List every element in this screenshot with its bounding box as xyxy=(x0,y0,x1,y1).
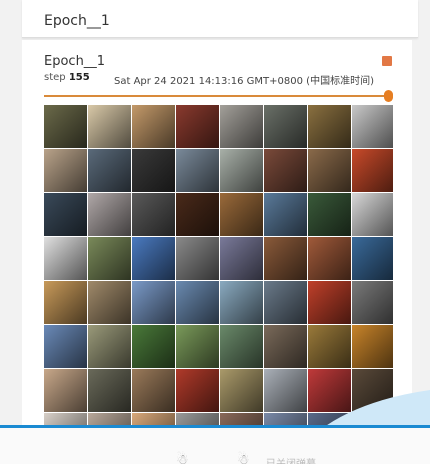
decorative-wave xyxy=(320,390,430,430)
step-slider-track[interactable] xyxy=(44,95,388,97)
step-slider-thumb[interactable] xyxy=(384,90,393,102)
header-card: Epoch__1 xyxy=(22,0,418,38)
grid-image-21 xyxy=(264,193,307,236)
grid-image-37 xyxy=(264,281,307,324)
grid-image-24 xyxy=(44,237,87,280)
grid-image-42 xyxy=(132,325,175,368)
danmaku-status[interactable]: 已关闭弹幕 xyxy=(266,455,316,464)
grid-image-23 xyxy=(352,193,393,236)
grid-image-26 xyxy=(132,237,175,280)
grid-image-13 xyxy=(264,149,307,192)
grid-image-10 xyxy=(132,149,175,192)
step-label: step xyxy=(44,72,66,83)
grid-image-52 xyxy=(220,369,263,412)
expand-icon[interactable] xyxy=(382,56,392,66)
grid-image-41 xyxy=(88,325,131,368)
grid-image-39 xyxy=(352,281,393,324)
grid-image-53 xyxy=(264,369,307,412)
grid-image-38 xyxy=(308,281,351,324)
step-value: 155 xyxy=(68,72,90,83)
grid-image-7 xyxy=(352,105,393,148)
grid-image-50 xyxy=(132,369,175,412)
grid-image-12 xyxy=(220,149,263,192)
grid-image-0 xyxy=(44,105,87,148)
grid-image-6 xyxy=(308,105,351,148)
grid-image-51 xyxy=(176,369,219,412)
grid-image-43 xyxy=(176,325,219,368)
grid-image-30 xyxy=(308,237,351,280)
grid-image-17 xyxy=(88,193,131,236)
grid-image-36 xyxy=(220,281,263,324)
grid-image-45 xyxy=(264,325,307,368)
grid-image-18 xyxy=(132,193,175,236)
grid-image-46 xyxy=(308,325,351,368)
grid-image-4 xyxy=(220,105,263,148)
grid-image-5 xyxy=(264,105,307,148)
grid-image-33 xyxy=(88,281,131,324)
grid-image-27 xyxy=(176,237,219,280)
grid-image-19 xyxy=(176,193,219,236)
step-info: step 155 xyxy=(44,72,90,83)
grid-image-44 xyxy=(220,325,263,368)
grid-image-25 xyxy=(88,237,131,280)
grid-image-40 xyxy=(44,325,87,368)
emoji-icons[interactable]: ☃ ☃ xyxy=(176,452,272,464)
grid-image-35 xyxy=(176,281,219,324)
grid-image-48 xyxy=(44,369,87,412)
grid-image-14 xyxy=(308,149,351,192)
grid-image-34 xyxy=(132,281,175,324)
grid-image-15 xyxy=(352,149,393,192)
timestamp: Sat Apr 24 2021 14:13:16 GMT+0800 (中国标准时… xyxy=(114,76,374,87)
grid-image-28 xyxy=(220,237,263,280)
grid-image-1 xyxy=(88,105,131,148)
grid-image-49 xyxy=(88,369,131,412)
grid-image-32 xyxy=(44,281,87,324)
grid-image-22 xyxy=(308,193,351,236)
grid-image-31 xyxy=(352,237,393,280)
grid-image-47 xyxy=(352,325,393,368)
grid-image-9 xyxy=(88,149,131,192)
grid-image-20 xyxy=(220,193,263,236)
grid-image-11 xyxy=(176,149,219,192)
grid-image-16 xyxy=(44,193,87,236)
card-title: Epoch__1 xyxy=(44,54,106,69)
header-title: Epoch__1 xyxy=(44,13,110,29)
grid-image-29 xyxy=(264,237,307,280)
grid-image-8 xyxy=(44,149,87,192)
grid-image-2 xyxy=(132,105,175,148)
grid-image-3 xyxy=(176,105,219,148)
